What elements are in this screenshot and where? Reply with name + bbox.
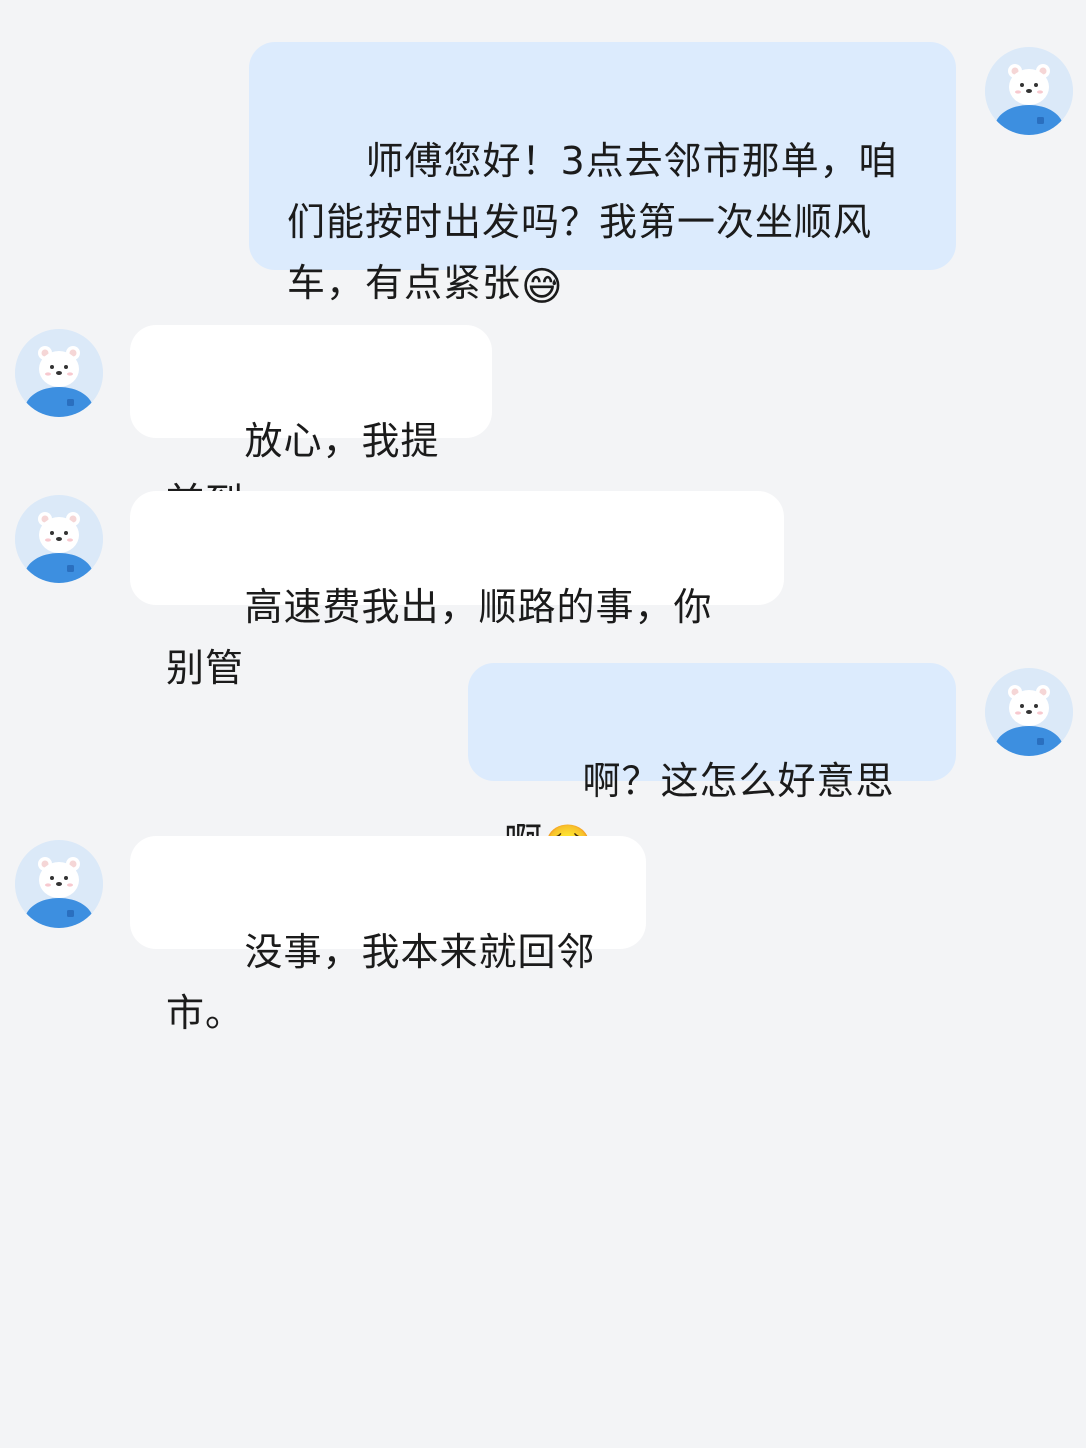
avatar[interactable] — [15, 329, 103, 417]
message-row: 放心，我提前到 — [0, 310, 1086, 524]
message-row: 师傅您好！3点去邻市那单，咱们能按时出发吗？我第一次坐顺风车，有点紧张😅 — [0, 0, 1086, 310]
polar-bear-avatar-icon — [985, 668, 1073, 756]
message-row: 没事，我本来就回邻市。 — [0, 822, 1086, 1035]
message-text: 没事，我本来就回邻市。 — [166, 930, 596, 1035]
message-bubble-incoming[interactable]: 放心，我提前到 — [130, 325, 492, 524]
polar-bear-avatar-icon — [15, 495, 103, 583]
polar-bear-avatar-icon — [15, 840, 103, 928]
avatar[interactable] — [985, 668, 1073, 756]
polar-bear-avatar-icon — [15, 329, 103, 417]
polar-bear-avatar-icon — [985, 47, 1073, 135]
avatar[interactable] — [985, 47, 1073, 135]
avatar[interactable] — [15, 840, 103, 928]
chat-thread: 师傅您好！3点去邻市那单，咱们能按时出发吗？我第一次坐顺风车，有点紧张😅 放心，… — [0, 0, 1086, 1448]
grinning-sweat-emoji-icon: 😅 — [521, 264, 564, 310]
avatar[interactable] — [15, 495, 103, 583]
message-text: 师傅您好！3点去邻市那单，咱们能按时出发吗？我第一次坐顺风车，有点紧张 — [287, 139, 898, 305]
message-bubble-incoming[interactable]: 高速费我出，顺路的事，你别管 — [130, 491, 784, 690]
message-bubble-outgoing[interactable]: 啊？这怎么好意思啊🥺 — [468, 663, 956, 869]
message-bubble-incoming[interactable]: 没事，我本来就回邻市。 — [130, 836, 646, 1035]
message-row: 啊？这怎么好意思啊🥺 — [0, 650, 1086, 869]
message-bubble-outgoing[interactable]: 师傅您好！3点去邻市那单，咱们能按时出发吗？我第一次坐顺风车，有点紧张😅 — [249, 42, 956, 310]
message-row: 高速费我出，顺路的事，你别管 — [0, 476, 1086, 690]
